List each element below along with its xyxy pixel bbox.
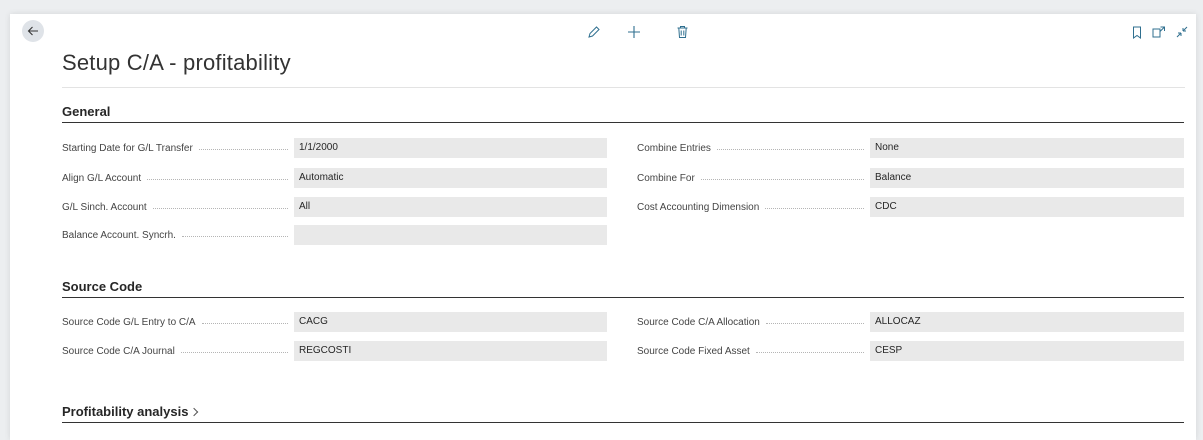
field-source-code-ca-journal[interactable]: REGCOSTI: [294, 341, 607, 361]
field-label-align-gl-account: Align G/L Account: [62, 168, 294, 188]
section-divider-profitability: [62, 422, 1184, 423]
section-title-general: General: [62, 104, 111, 119]
section-title-source-code: Source Code: [62, 279, 143, 294]
section-title-profitability-analysis[interactable]: Profitability analysis: [62, 404, 199, 419]
plus-icon: [628, 26, 640, 38]
field-label-combine-entries: Combine Entries: [637, 138, 870, 158]
bookmark-icon: [1133, 26, 1141, 39]
field-label-source-code-fixed-asset: Source Code Fixed Asset: [637, 341, 870, 361]
arrow-left-icon: [27, 26, 38, 36]
field-label-balance-account-syncrh: Balance Account. Syncrh.: [62, 225, 294, 245]
section-divider-general: [62, 122, 1184, 123]
delete-button[interactable]: [674, 24, 690, 40]
trash-icon: [677, 26, 687, 38]
page-card: Setup C/A - profitability General Starti…: [10, 14, 1196, 440]
page-title: Setup C/A - profitability: [62, 50, 291, 75]
field-balance-account-syncrh[interactable]: [294, 225, 607, 245]
open-new-window-icon: [1152, 26, 1165, 37]
section-title-profitability-label: Profitability analysis: [62, 404, 189, 419]
title-divider: [62, 87, 1185, 88]
field-combine-entries[interactable]: None: [870, 138, 1184, 158]
field-source-code-gl-entry[interactable]: CACG: [294, 312, 607, 332]
bookmark-button[interactable]: [1129, 24, 1145, 40]
section-divider-source-code: [62, 297, 1184, 298]
field-combine-for[interactable]: Balance: [870, 168, 1184, 188]
field-label-source-code-gl-entry: Source Code G/L Entry to C/A: [62, 312, 294, 332]
edit-button[interactable]: [586, 24, 602, 40]
field-starting-date[interactable]: 1/1/2000: [294, 138, 607, 158]
field-gl-sinch-account[interactable]: All: [294, 197, 607, 217]
field-align-gl-account[interactable]: Automatic: [294, 168, 607, 188]
field-label-source-code-ca-allocation: Source Code C/A Allocation: [637, 312, 870, 332]
pencil-icon: [588, 26, 600, 38]
collapse-button[interactable]: [1174, 24, 1190, 40]
field-source-code-ca-allocation[interactable]: ALLOCAZ: [870, 312, 1184, 332]
chevron-right-icon: [190, 407, 199, 417]
field-cost-accounting-dimension[interactable]: CDC: [870, 197, 1184, 217]
open-new-window-button[interactable]: [1151, 24, 1167, 40]
field-label-combine-for: Combine For: [637, 168, 870, 188]
field-label-source-code-ca-journal: Source Code C/A Journal: [62, 341, 294, 361]
field-source-code-fixed-asset[interactable]: CESP: [870, 341, 1184, 361]
new-button[interactable]: [626, 24, 642, 40]
field-label-cost-accounting-dimension: Cost Accounting Dimension: [637, 197, 870, 217]
back-button[interactable]: [22, 20, 44, 42]
field-label-starting-date: Starting Date for G/L Transfer: [62, 138, 294, 158]
field-label-gl-sinch-account: G/L Sinch. Account: [62, 197, 294, 217]
collapse-icon: [1176, 26, 1188, 38]
